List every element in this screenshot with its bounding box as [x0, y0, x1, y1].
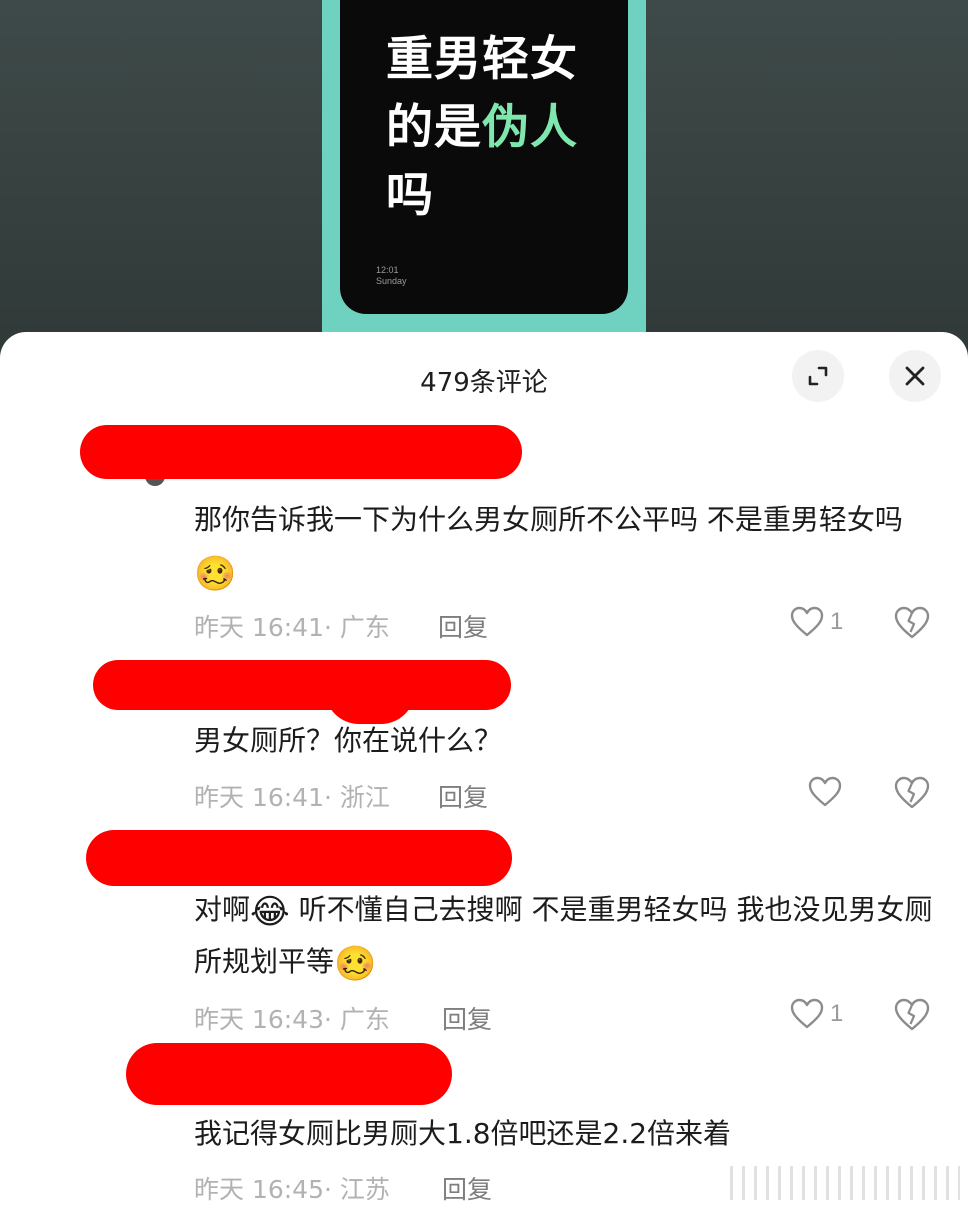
- comment-body: 那你告诉我一下为什么男女厕所不公平吗 不是重男轻女吗: [194, 503, 903, 536]
- like-button[interactable]: 1: [790, 998, 843, 1030]
- woozy-face-emoji: 🥴: [194, 554, 237, 594]
- comment-meta: 昨天 16:41· 广东: [194, 613, 390, 642]
- redacted-username: [80, 425, 522, 479]
- close-icon: [905, 366, 925, 386]
- cover-time: 12:01: [376, 265, 399, 275]
- like-count: 1: [830, 608, 844, 635]
- comment-meta: 昨天 16:43· 广东: [194, 1005, 390, 1034]
- video-cover-title: 重男轻女 的是伪人 吗: [386, 26, 616, 230]
- comment-meta: 昨天 16:41· 浙江: [194, 783, 390, 812]
- expand-button[interactable]: [792, 350, 844, 402]
- comment-body-part1: 对啊: [194, 893, 251, 926]
- cover-title-highlight: 伪人: [482, 100, 578, 155]
- comment-body-part2: 听不懂自己去搜啊 不是重男轻女吗 我也没见男女厕所规划平等: [194, 893, 933, 978]
- reply-button[interactable]: 回复: [438, 778, 488, 814]
- cover-timestamp: 12:01 Sunday: [376, 265, 407, 287]
- redacted-username: [86, 830, 512, 886]
- reply-button[interactable]: 回复: [438, 608, 488, 644]
- comment-text: 我记得女厕比男厕大1.8倍吧还是2.2倍来着: [194, 1117, 732, 1150]
- heart-icon: [808, 776, 842, 807]
- heart-icon: [790, 998, 824, 1029]
- cover-title-line1: 重男轻女: [386, 32, 578, 87]
- cover-title-prefix: 的是: [386, 100, 482, 155]
- laughing-emoji: 😂: [250, 892, 290, 932]
- dislike-button[interactable]: [894, 998, 930, 1036]
- cover-title-line2: 的是伪人: [386, 94, 616, 162]
- dislike-button[interactable]: [894, 776, 930, 814]
- like-button[interactable]: 1: [790, 606, 843, 638]
- reply-button[interactable]: 回复: [442, 1000, 492, 1036]
- close-button[interactable]: [889, 350, 941, 402]
- reply-button[interactable]: 回复: [442, 1170, 492, 1206]
- comment-text: 男女厕所？你在说什么？: [194, 724, 503, 757]
- dislike-button[interactable]: [894, 606, 930, 644]
- comment-text: 那你告诉我一下为什么男女厕所不公平吗 不是重男轻女吗 🥴: [194, 494, 934, 598]
- watermark: [730, 1166, 960, 1200]
- expand-icon: [808, 366, 828, 386]
- like-button[interactable]: [808, 776, 842, 808]
- broken-heart-icon: [894, 606, 930, 639]
- broken-heart-icon: [894, 776, 930, 809]
- heart-icon: [790, 606, 824, 637]
- cover-title-line3: 吗: [386, 168, 434, 223]
- comment-meta: 昨天 16:45· 江苏: [194, 1175, 390, 1204]
- redacted-username: [93, 660, 511, 710]
- comment-text: 对啊😂 听不懂自己去搜啊 不是重男轻女吗 我也没见男女厕所规划平等🥴: [194, 884, 934, 988]
- cover-day: Sunday: [376, 276, 407, 286]
- like-count: 1: [830, 1000, 844, 1027]
- broken-heart-icon: [894, 998, 930, 1031]
- woozy-face-emoji: 🥴: [334, 944, 377, 984]
- redacted-username: [126, 1043, 452, 1105]
